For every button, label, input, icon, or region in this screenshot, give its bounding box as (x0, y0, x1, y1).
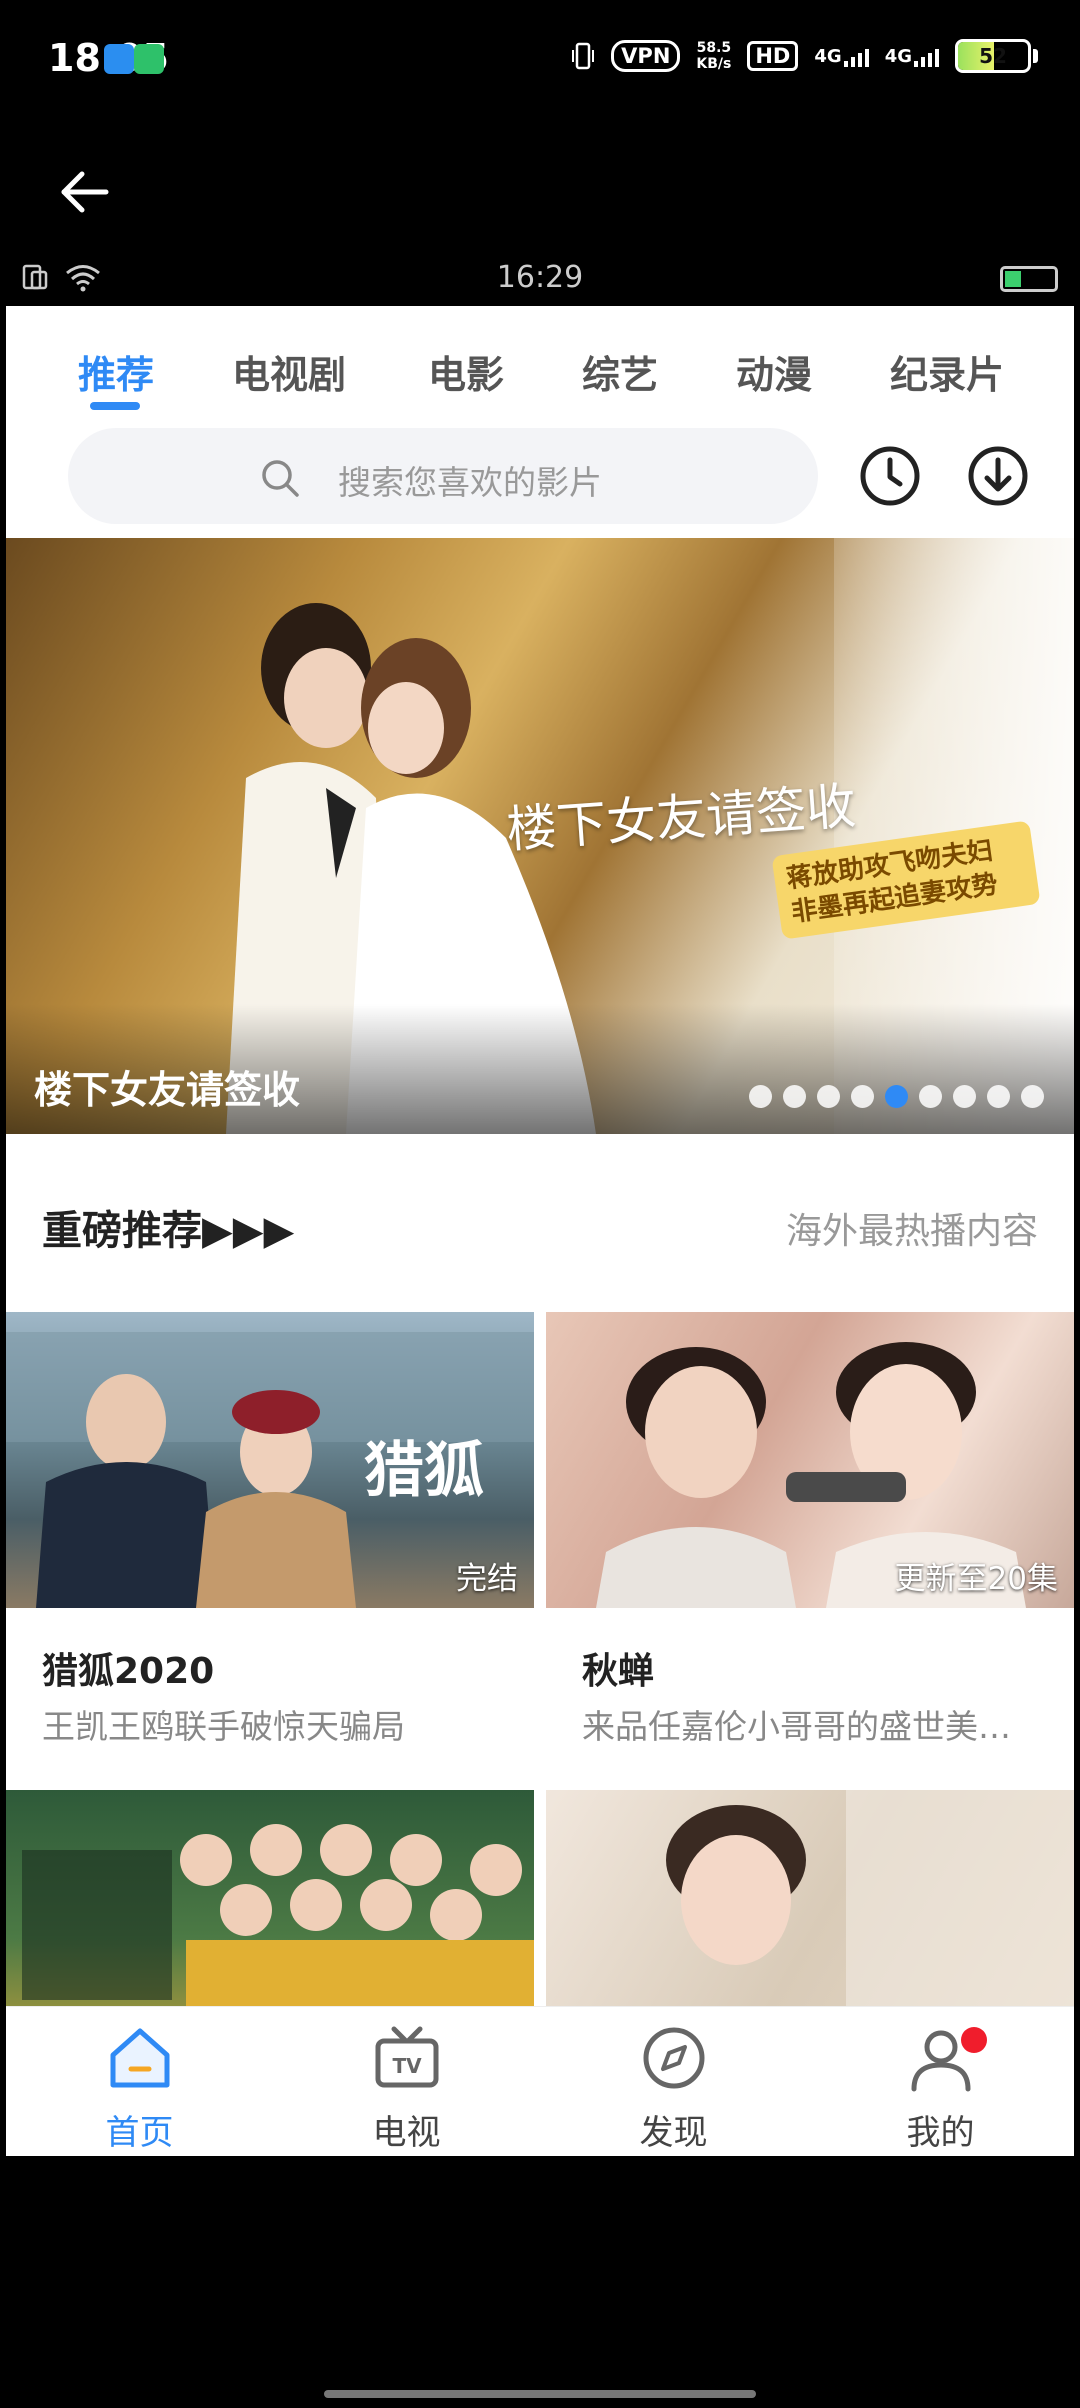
history-icon[interactable] (858, 444, 922, 508)
video-title: 猎狐2020 (42, 1651, 215, 1692)
app-screen: 推荐 电视剧 电影 综艺 动漫 纪录片 搜索您喜欢的影片 楼下女友请签收 蒋放助… (6, 306, 1074, 2156)
notification-app-icon (134, 44, 164, 74)
search-icon (262, 460, 299, 497)
featured-banner[interactable]: 楼下女友请签收 蒋放助攻飞吻夫妇 非墨再起追妻攻势 楼下女友请签收 (6, 538, 1074, 1134)
inner-status-bar: 16:29 (0, 252, 1080, 304)
category-tabs: 推荐 电视剧 电影 综艺 动漫 纪录片 (6, 306, 1074, 416)
tab-variety[interactable]: 综艺 (582, 344, 658, 399)
system-status-bar: 18:05 VPN 58.5 KB/s HD 4G 4G 52 (0, 0, 1080, 120)
notification-app-icon (104, 44, 134, 74)
inner-time: 16:29 (496, 260, 584, 295)
carousel-dot[interactable] (851, 1085, 874, 1108)
network-speed: 58.5 KB/s (696, 40, 732, 72)
video-card[interactable]: 猎狐 完结 猎狐2020 王凯王鸥联手破惊天骗局 (6, 1312, 534, 1746)
vibrate-icon (572, 42, 595, 70)
carousel-dot[interactable] (817, 1085, 840, 1108)
nav-label: 首页 (105, 2113, 174, 2153)
tab-tv-series[interactable]: 电视剧 (232, 344, 346, 399)
nav-discover[interactable]: 发现 (540, 2007, 807, 2156)
home-indicator[interactable] (324, 2390, 756, 2398)
vpn-badge: VPN (611, 40, 681, 72)
nav-label: 发现 (639, 2113, 708, 2153)
nav-label: 我的 (906, 2113, 975, 2153)
inner-battery-icon (1000, 266, 1058, 292)
compass-icon (643, 2027, 705, 2089)
nav-profile[interactable]: 我的 (807, 2007, 1074, 2156)
section-subtitle[interactable]: 海外最热播内容 (786, 1202, 1038, 1254)
home-icon (110, 2028, 170, 2088)
carousel-dot[interactable] (885, 1085, 908, 1108)
video-description: 王凯王鸥联手破惊天骗局 (42, 1707, 405, 1746)
search-input[interactable]: 搜索您喜欢的影片 (68, 428, 818, 524)
video-thumbnail: 更新至20集 (546, 1312, 1074, 1608)
bottom-navigation: 首页 TV 电视 发现 我的 (6, 2006, 1074, 2156)
video-title: 秋蝉 (582, 1651, 655, 1692)
nav-label: 电视 (372, 2113, 441, 2153)
carousel-dot[interactable] (987, 1085, 1010, 1108)
tab-documentary[interactable]: 纪录片 (890, 344, 1004, 399)
carousel-dot[interactable] (749, 1085, 772, 1108)
carousel-dot[interactable] (783, 1085, 806, 1108)
carousel-dots (749, 1085, 1044, 1108)
tab-anime[interactable]: 动漫 (736, 344, 812, 399)
hd-badge: HD (747, 41, 799, 71)
battery-indicator: 52 (955, 39, 1031, 73)
signal-1: 4G (814, 46, 869, 67)
carousel-dot[interactable] (919, 1085, 942, 1108)
carousel-dot[interactable] (953, 1085, 976, 1108)
status-badge: 更新至20集 (894, 1561, 1058, 1597)
svg-text:TV: TV (392, 2054, 422, 2078)
nav-tv[interactable]: TV 电视 (273, 2007, 540, 2156)
active-tab-indicator (90, 402, 140, 410)
download-icon[interactable] (966, 444, 1030, 508)
tab-movie[interactable]: 电影 (428, 344, 504, 399)
signal-bars-icon (914, 48, 939, 67)
section-title: 重磅推荐▶▶▶ (42, 1208, 295, 1254)
nav-home[interactable]: 首页 (6, 2007, 273, 2156)
status-badge: 完结 (456, 1561, 518, 1597)
tv-icon: TV (375, 2026, 439, 2088)
signal-2: 4G (885, 46, 939, 67)
thumbnail-title-art: 猎狐 (364, 1436, 484, 1506)
back-arrow-icon[interactable] (56, 164, 112, 220)
video-card[interactable]: 更新至20集 秋蝉 来品任嘉伦小哥哥的盛世美… (546, 1312, 1074, 1746)
banner-caption: 楼下女友请签收 (34, 1068, 301, 1112)
video-thumbnail: 猎狐 完结 (6, 1312, 534, 1608)
battery-tip (1033, 49, 1038, 63)
notification-dot (961, 2027, 987, 2053)
search-placeholder: 搜索您喜欢的影片 (338, 463, 602, 502)
signal-bars-icon (843, 48, 869, 67)
video-description: 来品任嘉伦小哥哥的盛世美… (582, 1707, 1011, 1746)
tab-recommend[interactable]: 推荐 (78, 344, 154, 399)
carousel-dot[interactable] (1021, 1085, 1044, 1108)
